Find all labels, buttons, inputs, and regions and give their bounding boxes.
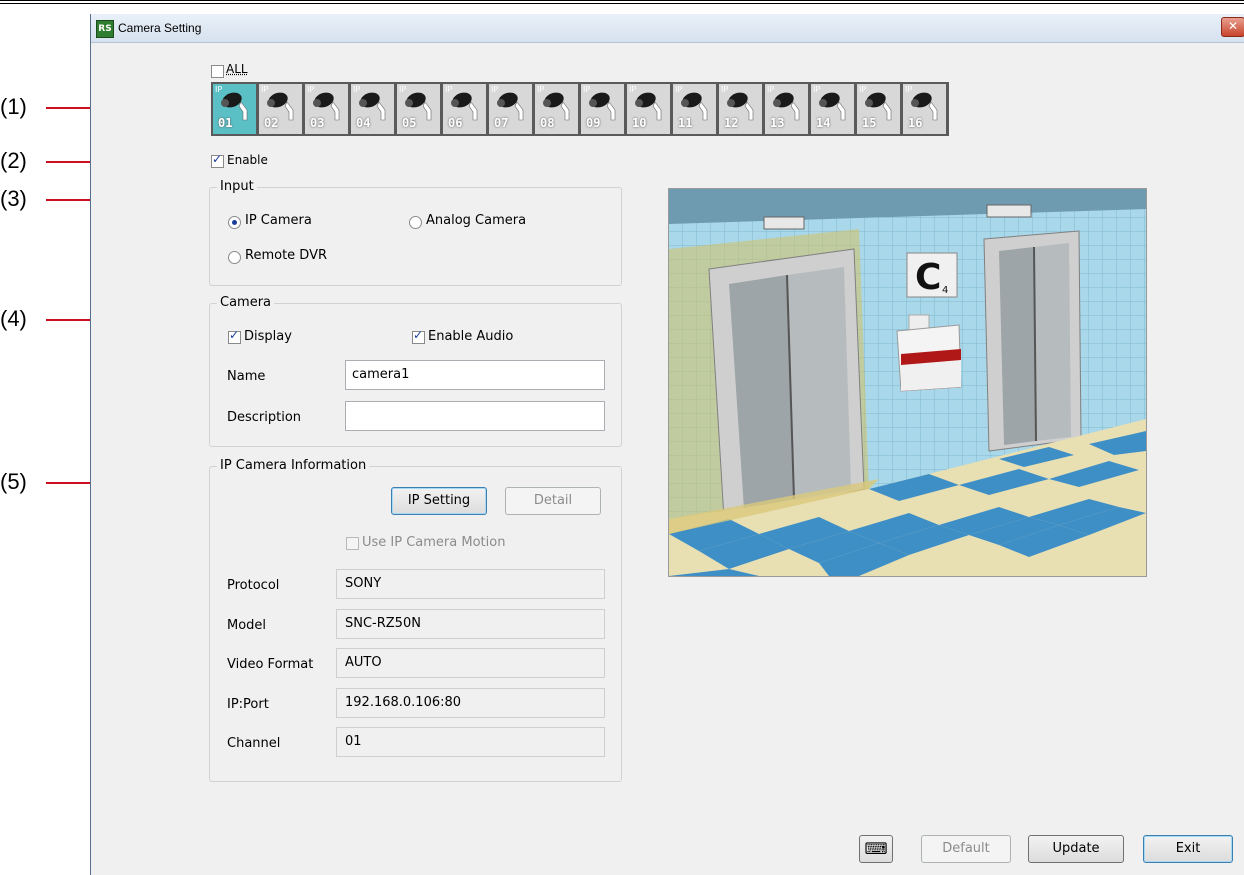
camera-tile-16[interactable]: IP 16: [903, 84, 946, 134]
preview-sign-letter: C: [915, 257, 941, 298]
input-group: [209, 187, 622, 286]
callout-3: (3): [0, 186, 27, 211]
camera-strip: IP 01 IP 02 IP 03 IP 04 IP 05 IP 06 IP 07 IP 08 IP 09 IP 10…: [211, 82, 949, 136]
camera-number: 16: [908, 116, 923, 130]
callout-5: (5): [0, 469, 27, 494]
camera-tile-12[interactable]: IP 12: [719, 84, 762, 134]
ip-camera-info-title: IP Camera Information: [217, 458, 370, 473]
name-label: Name: [227, 369, 266, 384]
use-motion-label: Use IP Camera Motion: [362, 535, 506, 550]
use-motion-checkbox[interactable]: [346, 537, 359, 550]
camera-tile-06[interactable]: IP 06: [443, 84, 486, 134]
enable-audio-checkbox[interactable]: [412, 328, 425, 344]
video-format-value: AUTO: [336, 648, 605, 678]
camera-number: 15: [862, 116, 877, 130]
protocol-label: Protocol: [227, 578, 280, 593]
display-label: Display: [244, 329, 292, 344]
ip-setting-button[interactable]: IP Setting: [391, 487, 487, 515]
camera-tile-01[interactable]: IP 01: [213, 84, 256, 134]
exit-button[interactable]: Exit: [1143, 835, 1233, 863]
camera-tile-05[interactable]: IP 05: [397, 84, 440, 134]
channel-value: 01: [336, 727, 605, 757]
camera-number: 14: [816, 116, 831, 130]
title-bar: RS Camera Setting ✕: [91, 14, 1244, 43]
camera-number: 05: [402, 116, 417, 130]
camera-tile-02[interactable]: IP 02: [259, 84, 302, 134]
all-label: ALL: [226, 62, 248, 76]
window-title: Camera Setting: [118, 21, 202, 35]
preview-sign-sub: 4: [942, 285, 948, 296]
description-label: Description: [227, 410, 302, 425]
ip-port-label: IP:Port: [227, 697, 269, 712]
model-label: Model: [227, 618, 267, 633]
model-value: SNC-RZ50N: [336, 609, 605, 639]
protocol-value: SONY: [336, 569, 605, 599]
detail-button[interactable]: Detail: [505, 487, 601, 515]
camera-group-title: Camera: [217, 295, 275, 310]
callout-1: (1): [0, 94, 27, 119]
camera-tile-08[interactable]: IP 08: [535, 84, 578, 134]
camera-number: 04: [356, 116, 371, 130]
analog-camera-label: Analog Camera: [426, 213, 527, 228]
close-button[interactable]: ✕: [1221, 17, 1244, 37]
top-rule: [0, 0, 1244, 1]
camera-number: 01: [218, 116, 233, 130]
radio-remote-dvr[interactable]: [228, 251, 241, 264]
camera-number: 06: [448, 116, 463, 130]
channel-label: Channel: [227, 736, 281, 751]
enable-label: Enable: [227, 153, 268, 167]
ip-port-value: 192.168.0.106:80: [336, 688, 605, 718]
keyboard-button[interactable]: ⌨: [859, 835, 893, 863]
camera-number: 12: [724, 116, 739, 130]
camera-number: 09: [586, 116, 601, 130]
all-checkbox[interactable]: [211, 65, 224, 78]
enable-checkbox[interactable]: [211, 152, 224, 168]
callout-4: (4): [0, 306, 27, 331]
description-input[interactable]: [345, 401, 605, 431]
camera-setting-window: RS Camera Setting ✕ ALL IP 01 IP 02 IP 03 IP 04…: [90, 14, 1244, 875]
video-format-label: Video Format: [227, 657, 314, 672]
keyboard-icon: ⌨: [864, 839, 888, 858]
remote-dvr-label: Remote DVR: [245, 248, 327, 263]
top-rule-2: [0, 3, 1244, 4]
camera-tile-09[interactable]: IP 09: [581, 84, 624, 134]
app-icon: RS: [96, 20, 114, 38]
camera-number: 03: [310, 116, 325, 130]
preview-scene: C 4: [669, 189, 1146, 576]
radio-ip-camera[interactable]: [228, 216, 241, 229]
camera-number: 07: [494, 116, 509, 130]
camera-tile-03[interactable]: IP 03: [305, 84, 348, 134]
camera-number: 11: [678, 116, 693, 130]
update-button[interactable]: Update: [1028, 835, 1124, 863]
ip-camera-label: IP Camera: [245, 213, 312, 228]
default-button[interactable]: Default: [921, 835, 1011, 863]
radio-analog-camera[interactable]: [409, 216, 422, 229]
camera-preview-image: C 4: [668, 188, 1147, 577]
name-input[interactable]: camera1: [345, 360, 605, 390]
display-checkbox[interactable]: [228, 328, 241, 344]
camera-number: 08: [540, 116, 555, 130]
camera-tile-14[interactable]: IP 14: [811, 84, 854, 134]
enable-audio-label: Enable Audio: [428, 329, 514, 344]
camera-tile-13[interactable]: IP 13: [765, 84, 808, 134]
camera-tile-11[interactable]: IP 11: [673, 84, 716, 134]
camera-number: 13: [770, 116, 785, 130]
camera-tile-15[interactable]: IP 15: [857, 84, 900, 134]
camera-number: 10: [632, 116, 647, 130]
input-group-title: Input: [217, 179, 257, 194]
camera-tile-10[interactable]: IP 10: [627, 84, 670, 134]
camera-tile-07[interactable]: IP 07: [489, 84, 532, 134]
callout-2: (2): [0, 148, 27, 173]
camera-number: 02: [264, 116, 279, 130]
camera-tile-04[interactable]: IP 04: [351, 84, 394, 134]
